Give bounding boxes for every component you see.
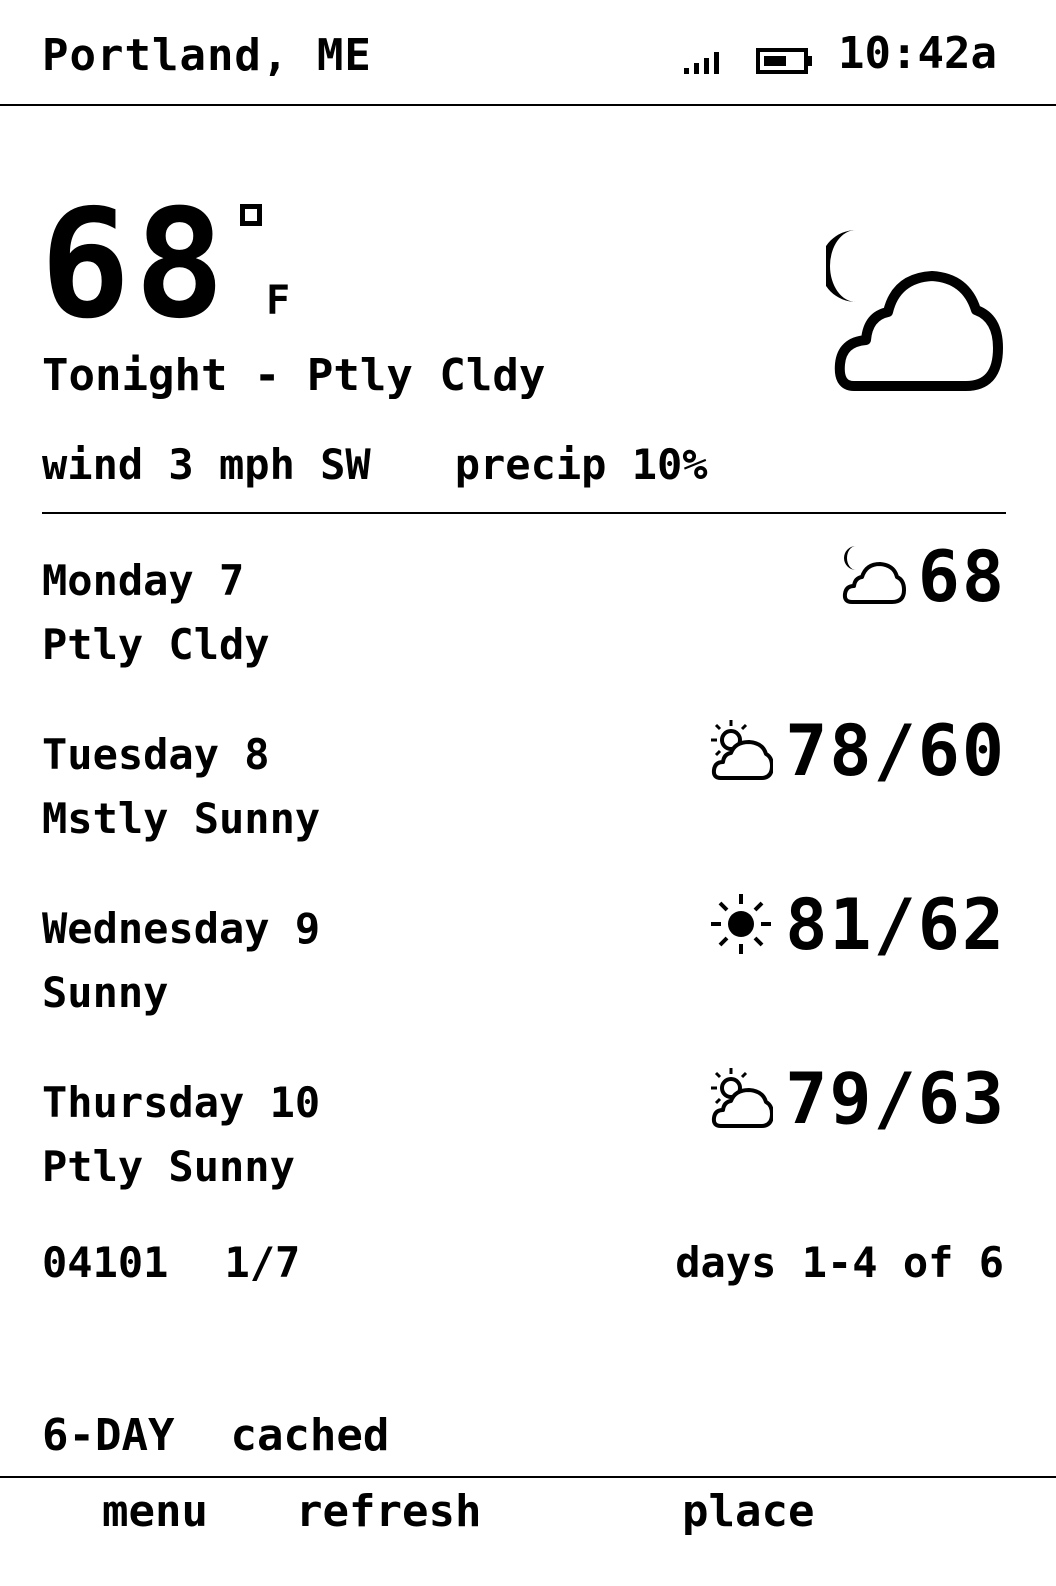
menu-softkey[interactable]: menu xyxy=(102,1486,208,1537)
forecast-day-condition: Sunny xyxy=(42,968,169,1017)
forecast-day-temps: 81/62 xyxy=(785,884,1006,966)
precip-readout: precip 10% xyxy=(454,440,708,489)
place-softkey[interactable]: place xyxy=(682,1486,814,1537)
location-label: Portland, ME xyxy=(42,30,372,81)
degree-symbol xyxy=(240,204,262,226)
forecast-day-temps: 79/63 xyxy=(785,1058,1006,1140)
footer-info: 04101 1/7 xyxy=(42,1238,300,1287)
partly-sunny-icon xyxy=(711,1068,774,1128)
current-condition: Tonight - Ptly Cldy xyxy=(42,350,546,401)
clock: 10:42a xyxy=(838,28,997,79)
forecast-day-condition: Ptly Cldy xyxy=(42,620,270,669)
night-partly-cloudy-icon xyxy=(826,230,1003,391)
sun-icon xyxy=(711,894,772,954)
current-details: wind 3 mph SW precip 10% xyxy=(42,440,708,489)
forecast-day-temps: 68 xyxy=(917,536,1006,618)
signal-bars-icon xyxy=(684,52,719,74)
mode-label: 6-DAY xyxy=(42,1410,175,1461)
forecast-day-name: Wednesday 9 xyxy=(42,904,321,953)
days-range: days 1-4 of 6 xyxy=(675,1238,1004,1287)
section-divider xyxy=(42,512,1006,514)
forecast-day-temps: 78/60 xyxy=(785,710,1006,792)
partly-sunny-icon xyxy=(711,720,774,780)
mode-status: 6-DAY cached xyxy=(42,1410,389,1461)
night-partly-cloudy-icon xyxy=(842,546,906,604)
zip-code: 04101 xyxy=(42,1238,169,1287)
temperature-unit: F xyxy=(266,278,291,324)
forecast-day-condition: Ptly Sunny xyxy=(42,1142,295,1191)
battery-icon xyxy=(756,48,812,74)
current-temperature: 68 xyxy=(40,178,229,352)
refresh-softkey[interactable]: refresh xyxy=(296,1486,481,1537)
cache-state: cached xyxy=(230,1410,390,1461)
forecast-day-name: Thursday 10 xyxy=(42,1078,321,1127)
forecast-day-condition: Mstly Sunny xyxy=(42,794,321,843)
forecast-day-name: Tuesday 8 xyxy=(42,730,270,779)
wind-readout: wind 3 mph SW xyxy=(42,440,371,489)
page-indicator: 1/7 xyxy=(224,1238,301,1287)
forecast-day-name: Monday 7 xyxy=(42,556,245,605)
